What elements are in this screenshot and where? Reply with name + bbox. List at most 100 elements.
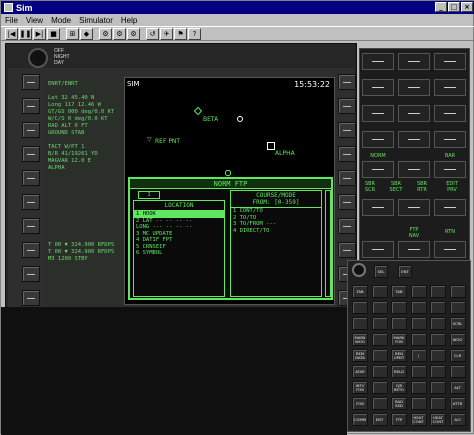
cdu-button[interactable]	[398, 241, 430, 258]
bezel-left-button[interactable]	[22, 74, 40, 90]
cdu-button[interactable]	[434, 105, 466, 122]
keypad-key[interactable]	[371, 285, 388, 298]
keypad-key[interactable]: COMM	[352, 413, 368, 426]
map-display[interactable]: SIM 15:53:22 BETA ▽ REF PNT ALPHA NORM F…	[124, 77, 335, 305]
flag-tool-button[interactable]: ⚑	[174, 27, 187, 40]
keypad-key[interactable]	[410, 317, 427, 330]
diamond-tool-button[interactable]: ◆	[80, 27, 93, 40]
key-ent[interactable]: ENT	[398, 265, 412, 278]
keypad-key[interactable]	[449, 285, 466, 298]
cdu-button[interactable]	[434, 53, 466, 70]
bezel-right-button[interactable]	[338, 218, 356, 234]
cdu-button[interactable]	[398, 199, 430, 216]
keypad-key[interactable]: CLR	[449, 349, 466, 362]
rewind-button[interactable]: |◀	[5, 27, 18, 40]
keypad-key[interactable]: ATAR	[352, 365, 368, 378]
keypad-key[interactable]: ATTR	[449, 397, 466, 410]
cdu-button[interactable]	[362, 199, 394, 216]
bezel-right-button[interactable]	[338, 194, 356, 210]
keypad-key[interactable]	[449, 301, 466, 314]
keypad-key[interactable]: REM DATA	[352, 349, 368, 362]
bezel-left-button[interactable]	[22, 290, 40, 306]
keypad-key[interactable]: TAB	[352, 285, 368, 298]
menu-simulator[interactable]: Simulator	[79, 16, 113, 25]
keypad-key[interactable]	[352, 317, 368, 330]
bezel-right-button[interactable]	[338, 242, 356, 258]
cdu-button[interactable]	[398, 105, 430, 122]
cdu-button[interactable]	[434, 241, 466, 258]
keypad-key[interactable]	[430, 349, 446, 362]
keypad-knob[interactable]	[352, 263, 366, 277]
settings-tool-button-2[interactable]: ⚙	[113, 27, 126, 40]
bezel-left-button[interactable]	[22, 242, 40, 258]
keypad-key[interactable]: INTV FOB	[352, 381, 368, 394]
keypad-key[interactable]: REN UPDT	[391, 349, 407, 362]
brightness-knob[interactable]	[28, 48, 48, 68]
key-sel[interactable]: SEL	[374, 265, 388, 278]
keypad-key[interactable]: SCRL	[449, 317, 466, 330]
cdu-button[interactable]	[362, 161, 394, 178]
keypad-key[interactable]: MARK FOB	[391, 333, 407, 346]
bezel-left-button[interactable]	[22, 266, 40, 282]
cdu-button[interactable]	[434, 79, 466, 96]
keypad-key[interactable]: FOB	[352, 397, 368, 410]
step-button[interactable]: ▶|	[33, 27, 46, 40]
keypad-key[interactable]	[410, 365, 427, 378]
keypad-key[interactable]	[430, 365, 446, 378]
keypad-key[interactable]	[430, 301, 446, 314]
keypad-key[interactable]	[371, 381, 388, 394]
refresh-tool-button[interactable]: ↺	[146, 27, 159, 40]
pause-button[interactable]: ❚❚	[19, 27, 32, 40]
waypoint-beta-icon[interactable]	[193, 106, 203, 116]
keypad-key[interactable]	[371, 301, 388, 314]
ftp-scrollbar[interactable]	[325, 190, 331, 297]
keypad-key[interactable]: TAB	[391, 285, 407, 298]
cdu-button[interactable]	[398, 53, 430, 70]
location-item[interactable]: 6 SYMBOL	[134, 250, 224, 257]
cdu-button[interactable]	[434, 131, 466, 148]
menu-help[interactable]: Help	[121, 16, 137, 25]
bezel-right-button[interactable]	[338, 122, 356, 138]
stop-button[interactable]: ■	[47, 27, 60, 40]
keypad-key[interactable]	[430, 397, 446, 410]
bezel-left-button[interactable]	[22, 170, 40, 186]
ftp-tab[interactable]: 1	[138, 191, 160, 199]
bezel-right-button[interactable]	[338, 98, 356, 114]
settings-tool-button-1[interactable]: ⚙	[99, 27, 112, 40]
keypad-key[interactable]: CJR RETO	[391, 381, 407, 394]
cdu-button[interactable]	[362, 241, 394, 258]
cdu-button[interactable]	[434, 199, 466, 216]
settings-tool-button-3[interactable]: ⚙	[127, 27, 140, 40]
keypad-key[interactable]: ACI	[449, 413, 466, 426]
cdu-button[interactable]	[434, 161, 466, 178]
cdu-button[interactable]	[362, 131, 394, 148]
keypad-key[interactable]: ALT	[449, 381, 466, 394]
bezel-right-button[interactable]	[338, 74, 356, 90]
menu-mode[interactable]: Mode	[51, 16, 71, 25]
keypad-key[interactable]	[410, 301, 427, 314]
keypad-key[interactable]: HEAT CONT	[430, 413, 446, 426]
keypad-key[interactable]: FTP	[391, 413, 407, 426]
keypad-key[interactable]: RAD SSD	[391, 397, 407, 410]
keypad-key[interactable]	[449, 365, 466, 378]
keypad-key[interactable]: RELD	[391, 365, 407, 378]
close-button[interactable]: ×	[461, 2, 473, 12]
minimize-button[interactable]: _	[435, 2, 447, 12]
bezel-left-button[interactable]	[22, 98, 40, 114]
bezel-left-button[interactable]	[22, 122, 40, 138]
keypad-key[interactable]	[430, 285, 446, 298]
keypad-key[interactable]	[371, 365, 388, 378]
keypad-key[interactable]	[430, 381, 446, 394]
keypad-key[interactable]	[371, 333, 388, 346]
keypad-key[interactable]	[410, 381, 427, 394]
bezel-left-button[interactable]	[22, 194, 40, 210]
aircraft-tool-button[interactable]: ✈	[160, 27, 173, 40]
menu-view[interactable]: View	[26, 16, 43, 25]
keypad-key[interactable]: MARK WOO	[352, 333, 368, 346]
maximize-button[interactable]: □	[448, 2, 460, 12]
keypad-key[interactable]	[410, 333, 427, 346]
keypad-key[interactable]	[410, 397, 427, 410]
keypad-key[interactable]: WOO	[449, 333, 466, 346]
help-tool-button[interactable]: ?	[188, 27, 201, 40]
waypoint-ref-pnt-icon[interactable]: ▽	[147, 136, 152, 143]
